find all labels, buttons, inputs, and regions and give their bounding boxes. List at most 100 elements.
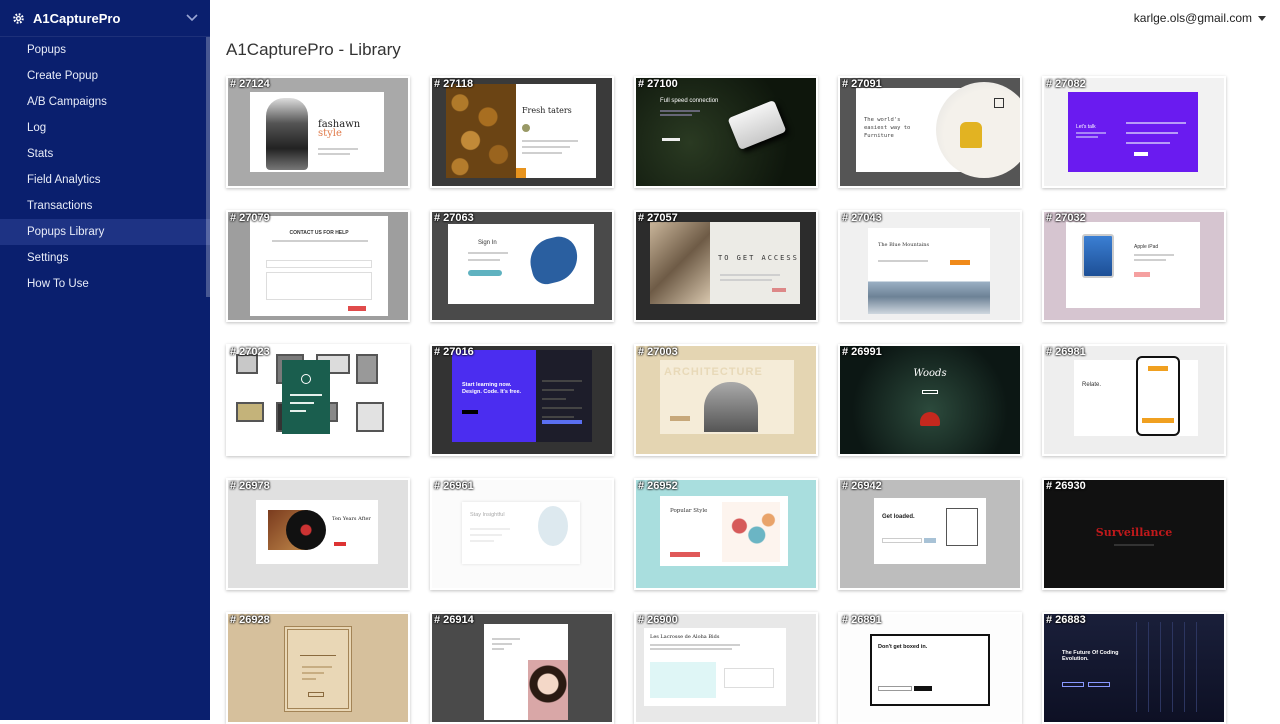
popup-template-thumbnail: The Blue Mountains [840, 212, 1020, 320]
popup-template-card[interactable]: Ten Years After # 26978 [226, 478, 410, 590]
popup-template-thumbnail: TO GET ACCESS [636, 212, 816, 320]
popup-template-card[interactable]: The Future Of Coding Evolution. # 26883 [1042, 612, 1226, 724]
template-headline: Let's talk [1068, 92, 1198, 172]
popup-template-thumbnail: Apple iPad [1044, 212, 1224, 320]
template-headline: Surveillance [1095, 526, 1173, 539]
account-menu[interactable]: karlge.ols@gmail.com [1134, 11, 1266, 25]
popup-template-card[interactable]: The Blue Mountains # 27043 [838, 210, 1022, 322]
template-headline: Les Lacrosse de Aloha Bids [644, 628, 786, 706]
template-id-badge: # 26952 [638, 480, 678, 492]
popup-template-thumbnail: Popular Style [636, 480, 816, 588]
app-brand[interactable]: A1CapturePro [0, 0, 210, 37]
popup-template-thumbnail: Les Lacrosse de Aloha Bids [636, 614, 816, 722]
template-headline: Popular Style [660, 496, 788, 566]
sidebar-item-popups[interactable]: Popups [0, 37, 210, 63]
popup-template-card[interactable]: Woods # 26991 [838, 344, 1022, 456]
sidebar-item-create-popup[interactable]: Create Popup [0, 63, 210, 89]
caret-down-icon [1258, 15, 1266, 21]
template-id-badge: # 27091 [842, 78, 882, 90]
popup-template-card[interactable]: Stay Insightful # 26961 [430, 478, 614, 590]
popup-template-card[interactable]: ARCHITECTURE # 27003 [634, 344, 818, 456]
template-id-badge: # 27082 [1046, 78, 1086, 90]
template-headline: Start learning now. Design. Code. It's f… [462, 382, 522, 395]
sidebar-item-settings[interactable]: Settings [0, 245, 210, 271]
popup-template-card[interactable]: Relate. # 26981 [1042, 344, 1226, 456]
sidebar-item-how-to-use[interactable]: How To Use [0, 271, 210, 297]
template-headline: The Blue Mountains [868, 228, 990, 314]
popup-template-thumbnail: fashawn style [228, 78, 408, 186]
chevron-down-icon[interactable] [186, 14, 198, 22]
template-headline: Relate. [1082, 382, 1102, 388]
popup-template-card[interactable]: fashawn style # 27124 [226, 76, 410, 188]
template-headline: Sign In [448, 224, 594, 304]
template-headline: CONTACT US FOR HELP [250, 216, 388, 316]
popup-template-card[interactable]: TO GET ACCESS # 27057 [634, 210, 818, 322]
sidebar-item-popups-library[interactable]: Popups Library [0, 219, 210, 245]
template-id-badge: # 26930 [1046, 480, 1086, 492]
sidebar-item-field-analytics[interactable]: Field Analytics [0, 167, 210, 193]
popup-template-thumbnail: Don't get boxed in. [840, 614, 1020, 722]
template-headline: Woods [913, 368, 947, 379]
popup-template-card[interactable]: Sign In # 27063 [430, 210, 614, 322]
template-headline: Start learning now. Design. Code. It's f… [452, 350, 592, 442]
popup-template-card[interactable]: # 27023 [226, 344, 410, 456]
popup-template-card[interactable]: Surveillance # 26930 [1042, 478, 1226, 590]
popup-template-thumbnail: Relate. [1044, 346, 1224, 454]
popup-template-card[interactable]: Fresh taters # 27118 [430, 76, 614, 188]
template-headline: The world's easiest way to Furniture [856, 82, 1020, 178]
template-id-badge: # 27032 [1046, 212, 1086, 224]
popup-template-card[interactable]: Get loaded. # 26942 [838, 478, 1022, 590]
popup-template-card[interactable]: Don't get boxed in. # 26891 [838, 612, 1022, 724]
sidebar-scrollbar[interactable] [206, 37, 210, 297]
sidebar-item-log[interactable]: Log [0, 115, 210, 141]
template-headline: Fresh taters [446, 84, 596, 178]
template-headline: Fresh taters [522, 106, 572, 115]
template-id-badge: # 26961 [434, 480, 474, 492]
template-headline: Don't get boxed in. [870, 634, 990, 706]
popup-template-thumbnail: The world's easiest way to Furniture [840, 78, 1020, 186]
sidebar-item-a-b-campaigns[interactable]: A/B Campaigns [0, 89, 210, 115]
template-headline: CONTACT US FOR HELP [289, 230, 349, 236]
popup-template-thumbnail: Stay Insightful [432, 480, 612, 588]
popup-template-card[interactable]: Popular Style # 26952 [634, 478, 818, 590]
template-headline: Relate. [1074, 356, 1198, 436]
template-headline: TO GET ACCESS [718, 254, 799, 262]
popup-template-thumbnail: Surveillance [1044, 480, 1224, 588]
template-headline: Sign In [478, 240, 497, 246]
template-id-badge: # 27003 [638, 346, 678, 358]
sidebar-item-transactions[interactable]: Transactions [0, 193, 210, 219]
template-id-badge: # 27100 [638, 78, 678, 90]
sidebar-nav: Popups Create Popup A/B Campaigns Log Stats F… [0, 37, 210, 297]
popup-template-thumbnail: Ten Years After [228, 480, 408, 588]
template-headline: Don't get boxed in. [878, 644, 928, 650]
popup-template-card[interactable]: Full speed connection # 27100 [634, 76, 818, 188]
popup-template-card[interactable]: Let's talk # 27082 [1042, 76, 1226, 188]
popup-template-card[interactable]: The world's easiest way to Furniture # 27… [838, 76, 1022, 188]
page-title: A1CapturePro - Library [226, 40, 401, 59]
template-headline: Les Lacrosse de Aloha Bids [650, 634, 720, 640]
template-id-badge: # 26981 [1046, 346, 1086, 358]
template-id-badge: # 26978 [230, 480, 270, 492]
template-id-badge: # 27016 [434, 346, 474, 358]
popup-template-thumbnail [228, 614, 408, 722]
popup-template-card[interactable]: # 26928 [226, 612, 410, 724]
sidebar-item-stats[interactable]: Stats [0, 141, 210, 167]
popup-template-thumbnail [228, 346, 408, 454]
popup-template-card[interactable]: CONTACT US FOR HELP # 27079 [226, 210, 410, 322]
popup-template-thumbnail: Start learning now. Design. Code. It's f… [432, 346, 612, 454]
template-headline: ARCHITECTURE [664, 366, 763, 378]
popup-template-thumbnail: Let's talk [1044, 78, 1224, 186]
popup-template-card[interactable]: Apple iPad # 27032 [1042, 210, 1226, 322]
template-headline: Stay Insightful [462, 502, 580, 564]
popup-template-card[interactable]: Start learning now. Design. Code. It's f… [430, 344, 614, 456]
popup-template-thumbnail: Get loaded. [840, 480, 1020, 588]
popup-template-card[interactable]: # 26914 [430, 612, 614, 724]
template-headline: Ten Years After [256, 500, 378, 564]
template-id-badge: # 27057 [638, 212, 678, 224]
popup-template-card[interactable]: Les Lacrosse de Aloha Bids # 26900 [634, 612, 818, 724]
template-id-badge: # 27079 [230, 212, 270, 224]
app-name: A1CapturePro [33, 10, 121, 26]
template-id-badge: # 27063 [434, 212, 474, 224]
template-id-badge: # 27023 [230, 346, 270, 358]
template-id-badge: # 26991 [842, 346, 882, 358]
